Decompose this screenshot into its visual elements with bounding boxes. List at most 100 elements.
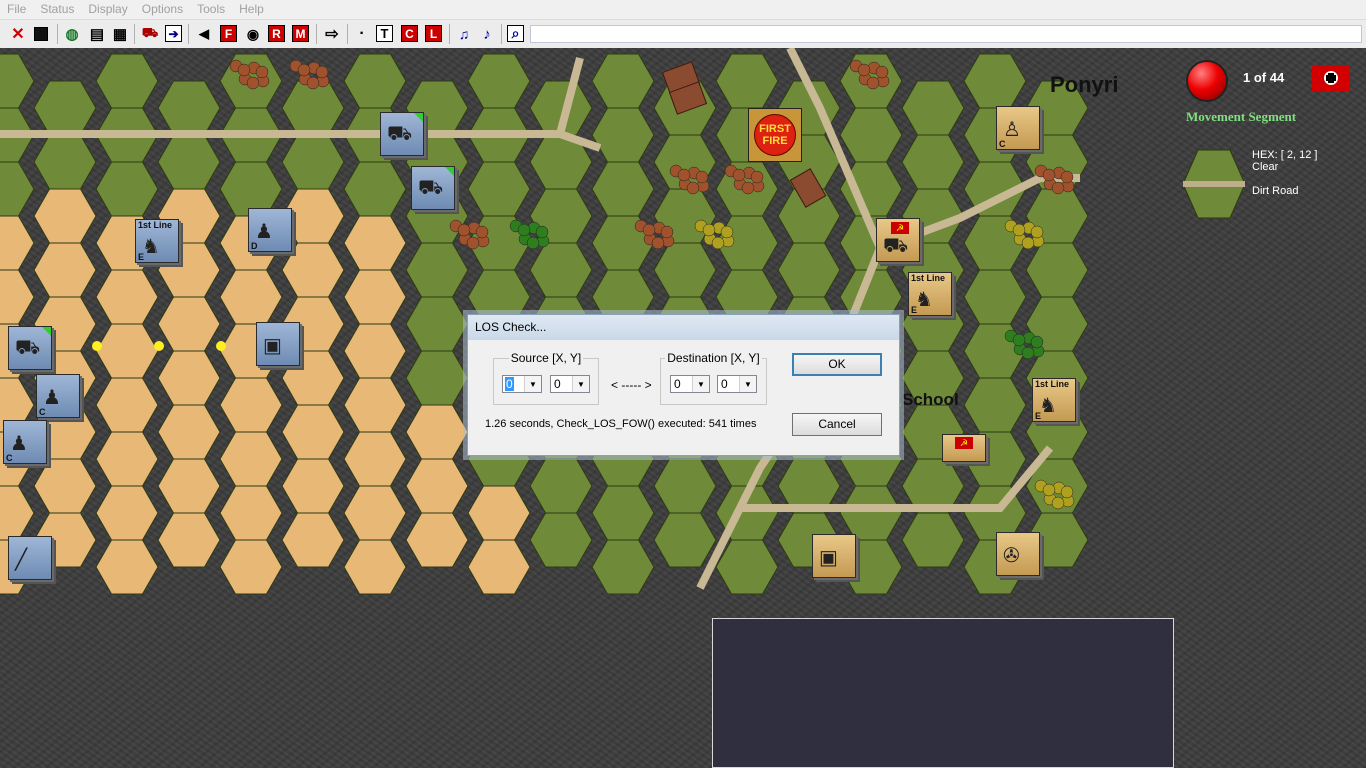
map-hex[interactable] <box>157 350 221 406</box>
destination-x-select[interactable]: 0 ▼ <box>670 375 710 393</box>
map-hex[interactable] <box>219 539 283 595</box>
map-hex[interactable] <box>281 404 345 460</box>
map-hex[interactable] <box>281 458 345 514</box>
map-hex[interactable] <box>343 485 407 541</box>
map-hex[interactable] <box>33 458 97 514</box>
map-hex[interactable] <box>405 512 469 568</box>
map-hex[interactable] <box>343 215 407 271</box>
german-infantry-counter[interactable]: 1st Line ♞ E <box>135 219 179 263</box>
sound-fx-icon[interactable]: ♫ <box>454 24 474 44</box>
dropdown-arrow-icon[interactable]: ▼ <box>739 376 756 392</box>
german-tank-counter[interactable]: ⛟ <box>411 166 455 210</box>
r-icon[interactable]: R <box>268 25 285 42</box>
map-hex[interactable] <box>591 485 655 541</box>
map-hex[interactable] <box>157 458 221 514</box>
map-hex[interactable] <box>715 53 779 109</box>
map-hex[interactable] <box>653 242 717 298</box>
map-hex[interactable] <box>405 404 469 460</box>
map-hex[interactable] <box>839 107 903 163</box>
map-hex[interactable] <box>963 53 1027 109</box>
menu-file[interactable]: File <box>0 0 33 19</box>
map-hex[interactable] <box>219 377 283 433</box>
map-hex[interactable] <box>157 80 221 136</box>
german-squad-counter[interactable]: ♟ C <box>36 374 80 418</box>
globe-icon[interactable]: ◍ <box>62 24 82 44</box>
map-hex[interactable] <box>591 107 655 163</box>
menu-options[interactable]: Options <box>135 0 190 19</box>
soviet-infantry-counter[interactable]: 1st Line ♞ E <box>908 272 952 316</box>
map-hex[interactable] <box>95 539 159 595</box>
map-hex[interactable] <box>405 350 469 406</box>
map-hex[interactable] <box>653 512 717 568</box>
map-hex[interactable] <box>343 431 407 487</box>
eye-icon[interactable]: ◉ <box>243 24 263 44</box>
map-hex[interactable] <box>653 458 717 514</box>
map-hex[interactable] <box>33 242 97 298</box>
source-x-select[interactable]: 0 ▼ <box>502 375 542 393</box>
german-tank-counter[interactable]: ⛟ <box>8 326 52 370</box>
map-hex[interactable] <box>343 377 407 433</box>
dropdown-arrow-icon[interactable]: ▼ <box>572 376 589 392</box>
map-hex[interactable] <box>95 485 159 541</box>
dot-icon[interactable]: · <box>352 24 372 44</box>
soviet-gun-counter[interactable]: ✇ <box>996 532 1040 576</box>
german-tank-counter[interactable]: ⛟ <box>380 112 424 156</box>
map-hex[interactable] <box>715 539 779 595</box>
german-squad-counter[interactable]: ♟ D <box>248 208 292 252</box>
map-hex[interactable] <box>219 485 283 541</box>
grid-icon[interactable]: ▦ <box>110 24 130 44</box>
map-hex[interactable] <box>0 161 35 217</box>
map-hex[interactable] <box>95 377 159 433</box>
map-hex[interactable] <box>95 269 159 325</box>
soviet-vehicle-counter[interactable]: ☭ ⛟ <box>876 218 920 262</box>
german-weapon-counter[interactable]: ╱ <box>8 536 52 580</box>
map-hex[interactable] <box>0 485 35 541</box>
map-hex[interactable] <box>901 134 965 190</box>
map-hex[interactable] <box>839 485 903 541</box>
map-hex[interactable] <box>343 269 407 325</box>
map-hex[interactable] <box>343 161 407 217</box>
map-hex[interactable] <box>157 296 221 352</box>
map-hex[interactable] <box>405 458 469 514</box>
m-icon[interactable]: M <box>292 25 309 42</box>
map-hex[interactable] <box>405 296 469 352</box>
save-icon[interactable] <box>31 24 51 44</box>
map-hex[interactable] <box>0 269 35 325</box>
left-triangle-icon[interactable]: ◀ <box>194 24 214 44</box>
german-radio-counter[interactable]: ▣ <box>256 322 300 366</box>
map-hex[interactable] <box>963 269 1027 325</box>
music-icon[interactable]: ♪ <box>477 24 497 44</box>
menu-tools[interactable]: Tools <box>190 0 232 19</box>
map-hex[interactable] <box>467 539 531 595</box>
map-hex[interactable] <box>529 512 593 568</box>
menu-help[interactable]: Help <box>232 0 271 19</box>
map-hex[interactable] <box>281 512 345 568</box>
map-hex[interactable] <box>95 161 159 217</box>
map-hex[interactable] <box>901 80 965 136</box>
l-icon[interactable]: L <box>425 25 442 42</box>
f-icon[interactable]: F <box>220 25 237 42</box>
c-icon[interactable]: C <box>401 25 418 42</box>
first-fire-marker[interactable]: FIRST FIRE <box>748 108 802 162</box>
menu-status[interactable]: Status <box>33 0 81 19</box>
map-hex[interactable] <box>963 377 1027 433</box>
end-phase-button[interactable] <box>1186 60 1228 102</box>
soviet-stack-counter[interactable]: ☭ <box>942 434 986 462</box>
map-hex[interactable] <box>157 134 221 190</box>
map-hex[interactable] <box>95 53 159 109</box>
soviet-radio-counter[interactable]: ▣ <box>812 534 856 578</box>
ok-button[interactable]: OK <box>792 353 882 376</box>
map-hex[interactable] <box>95 323 159 379</box>
map-hex[interactable] <box>95 431 159 487</box>
map-hex[interactable] <box>405 242 469 298</box>
t-icon[interactable]: T <box>376 25 393 42</box>
map-hex[interactable] <box>281 134 345 190</box>
map-hex[interactable] <box>467 53 531 109</box>
tank-turn-icon[interactable]: ⛟ <box>140 24 160 44</box>
next-arrow-icon[interactable]: ➔ <box>165 25 182 42</box>
map-hex[interactable] <box>157 404 221 460</box>
map-hex[interactable] <box>591 53 655 109</box>
german-squad-counter[interactable]: ♟ C <box>3 420 47 464</box>
map-hex[interactable] <box>343 323 407 379</box>
map-hex[interactable] <box>777 242 841 298</box>
